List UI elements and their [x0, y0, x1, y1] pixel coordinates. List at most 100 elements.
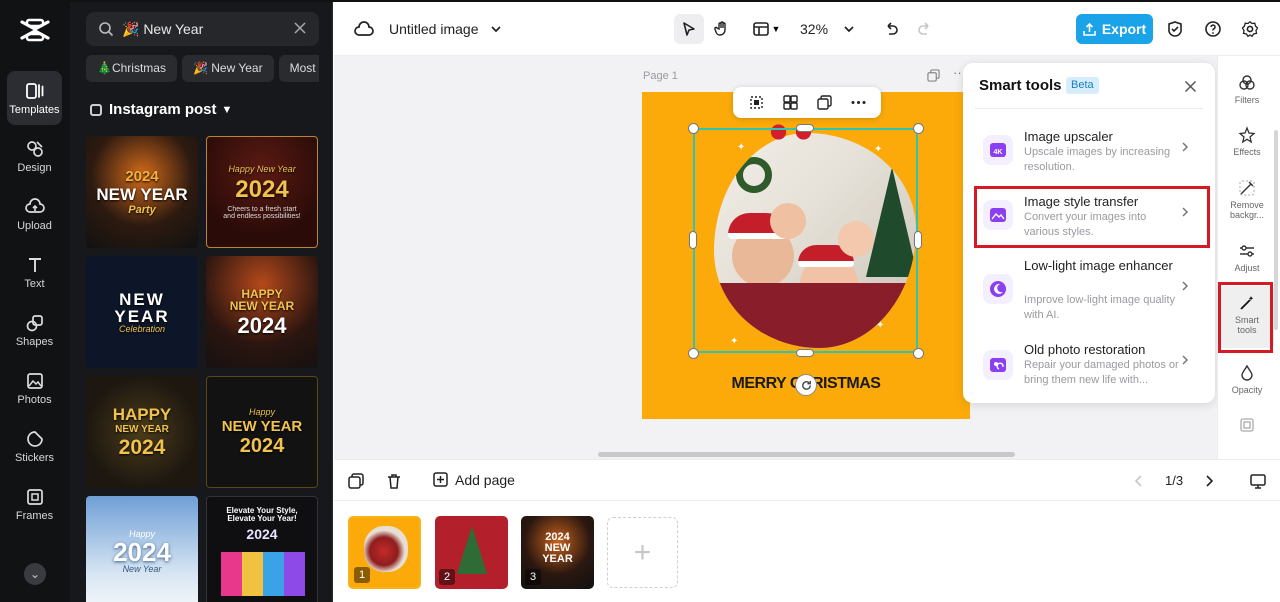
shield-button[interactable] — [1160, 14, 1190, 44]
presentation-icon[interactable] — [1249, 472, 1267, 490]
page-label: Page 1 — [643, 70, 678, 82]
select-tool-button[interactable] — [674, 14, 704, 44]
rotate-handle[interactable] — [795, 374, 817, 396]
help-icon — [1205, 21, 1221, 37]
export-button[interactable]: Export — [1076, 14, 1153, 44]
thumbnail-tree — [457, 526, 487, 574]
cloud-sync-icon[interactable] — [354, 20, 374, 38]
template-thumbnail[interactable]: Elevate Your Style, Elevate Your Year! 2… — [206, 496, 318, 602]
page-number: 1 — [354, 567, 370, 583]
add-page-icon — [433, 472, 448, 487]
page-thumbnail[interactable]: 2 — [435, 516, 508, 589]
tag-chips: 🎄Christmas 🎉 New Year Most — [86, 55, 319, 83]
redo-button[interactable] — [910, 14, 940, 44]
tool-old-photo-restoration[interactable]: Old photo restoration Repair your damage… — [975, 340, 1205, 396]
template-thumbnail[interactable]: HAPPY NEW YEAR 2024 — [86, 376, 198, 488]
rail-item-more[interactable] — [1220, 416, 1274, 434]
rail-item-remove-background[interactable]: Remove backgr... — [1220, 179, 1274, 220]
template-thumbnail[interactable]: Happy New Year 2024 Cheers to a fresh st… — [206, 136, 318, 248]
hand-icon — [714, 21, 726, 36]
rotate-icon — [801, 380, 811, 390]
clear-icon[interactable] — [293, 21, 307, 35]
rail-item-shapes[interactable]: Shapes — [7, 303, 62, 357]
rail-item-filters[interactable]: Filters — [1220, 74, 1274, 105]
remove-background-icon — [1239, 180, 1255, 196]
crop-select-icon[interactable] — [748, 94, 765, 111]
trash-icon[interactable] — [385, 472, 403, 490]
duplicate-icon[interactable] — [816, 94, 833, 111]
capcut-logo[interactable] — [19, 16, 51, 44]
close-icon[interactable] — [1184, 80, 1197, 93]
selection-box[interactable] — [693, 128, 918, 353]
template-thumbnail[interactable]: 2024 NEW YEAR Party — [86, 136, 198, 248]
rail-item-design[interactable]: Design — [7, 129, 62, 183]
chevron-down-icon[interactable]: ⌄ — [24, 563, 46, 585]
chip-new-year[interactable]: 🎉 New Year — [181, 55, 274, 82]
resize-handle[interactable] — [689, 231, 697, 249]
more-icon[interactable] — [850, 94, 867, 111]
page-number: 2 — [439, 569, 455, 585]
template-thumbnail[interactable]: Happy NEW YEAR 2024 — [206, 376, 318, 488]
layout-icon — [752, 22, 769, 36]
template-thumbnail[interactable]: Happy 2024 New Year — [86, 496, 198, 602]
section-title[interactable]: Instagram post ▼ — [90, 101, 232, 118]
chevron-down-icon: ▼ — [771, 24, 781, 34]
duplicate-page-icon[interactable] — [927, 69, 940, 82]
settings-button[interactable] — [1235, 14, 1265, 44]
resize-handle[interactable] — [688, 348, 699, 359]
zoom-level[interactable]: 32% — [800, 21, 828, 37]
zoom-dropdown[interactable] — [834, 14, 864, 44]
panel-title: Smart tools — [979, 77, 1062, 94]
top-toolbar: Untitled image ▼ 32% Export — [334, 2, 1280, 56]
search-input[interactable]: 🎉 New Year — [86, 12, 319, 46]
layout-button[interactable]: ▼ — [746, 14, 786, 44]
rail-label: Shapes — [15, 336, 54, 348]
cursor-icon — [683, 22, 695, 36]
shield-icon — [1168, 21, 1182, 37]
chevron-right-icon[interactable] — [1200, 472, 1218, 490]
rail-item-photos[interactable]: Photos — [7, 361, 62, 415]
vertical-scrollbar[interactable] — [1274, 130, 1278, 330]
duplicate-page-icon[interactable] — [347, 472, 365, 490]
pages-toolbar: Add page 1/3 — [334, 459, 1280, 501]
rail-item-stickers[interactable]: Stickers — [7, 419, 62, 473]
page-thumbnail[interactable]: 2024 NEW YEAR 3 — [521, 516, 594, 589]
rail-item-frames[interactable]: Frames — [7, 477, 62, 531]
template-thumbnail[interactable]: NEW YEAR Celebration — [86, 256, 198, 368]
template-thumbnail[interactable]: HAPPY NEW YEAR 2024 — [206, 256, 318, 368]
right-rail: Filters Effects Remove backgr... Adjust … — [1217, 56, 1280, 459]
resize-handle[interactable] — [796, 124, 814, 132]
add-page-button[interactable]: Add page — [432, 471, 515, 489]
chevron-down-icon[interactable] — [490, 24, 502, 34]
rail-item-upload[interactable]: Upload — [7, 187, 62, 241]
horizontal-scrollbar[interactable] — [598, 452, 1015, 457]
rail-item-effects[interactable]: Effects — [1220, 126, 1274, 157]
resize-handle[interactable] — [688, 123, 699, 134]
group-icon[interactable] — [782, 94, 799, 111]
help-button[interactable] — [1198, 14, 1228, 44]
undo-button[interactable] — [876, 14, 906, 44]
plus-icon: + — [633, 535, 652, 569]
rail-item-templates[interactable]: Templates — [7, 71, 62, 125]
rail-item-adjust[interactable]: Adjust — [1220, 242, 1274, 273]
rail-item-text[interactable]: Text — [7, 245, 62, 299]
tool-image-upscaler[interactable]: 4K Image upscaler Upscale images by incr… — [975, 127, 1205, 183]
page-thumbnail[interactable]: 1 — [348, 516, 421, 589]
resize-handle[interactable] — [913, 348, 924, 359]
chip-most[interactable]: Most — [278, 55, 319, 82]
tool-name: Image upscaler — [1024, 129, 1113, 144]
resize-handle[interactable] — [913, 123, 924, 134]
resize-handle[interactable] — [796, 349, 814, 357]
add-page-thumbnail[interactable]: + — [607, 517, 678, 588]
resize-handle[interactable] — [914, 231, 922, 249]
hand-tool-button[interactable] — [707, 14, 737, 44]
document-title[interactable]: Untitled image — [389, 21, 479, 37]
app-window: Templates Design Upload Text Shapes Phot… — [0, 0, 1280, 602]
chip-christmas[interactable]: 🎄Christmas — [86, 55, 177, 82]
chevron-left-icon[interactable] — [1130, 472, 1148, 490]
divider — [975, 108, 1203, 109]
rail-item-opacity[interactable]: Opacity — [1220, 364, 1274, 395]
tool-low-light-enhancer[interactable]: Low-light image enhancer Improve low-lig… — [975, 256, 1205, 328]
thumbnail-photo — [364, 526, 408, 572]
adjust-icon — [1240, 245, 1254, 257]
